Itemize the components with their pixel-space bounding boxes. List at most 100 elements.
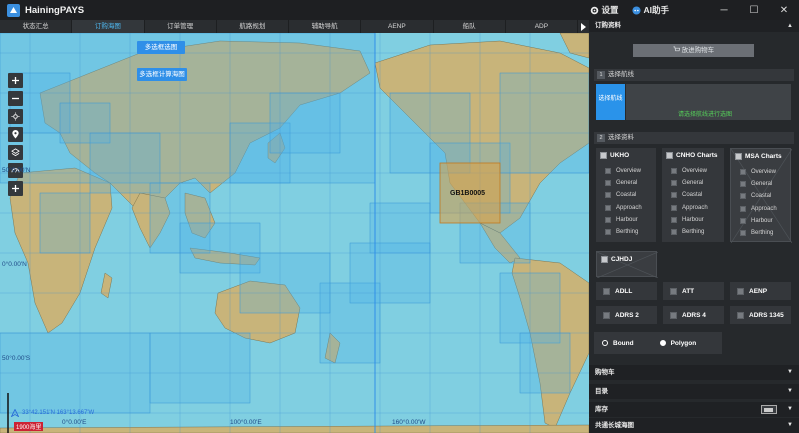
product-ukho[interactable]: UKHO <box>600 152 629 159</box>
tab-aenp[interactable]: AENP <box>361 20 434 33</box>
checkbox[interactable] <box>670 287 677 295</box>
ukho-approach[interactable]: Approach <box>605 205 642 211</box>
minimize-button[interactable]: ─ <box>709 0 739 20</box>
tab-order-management[interactable]: 订单管理 <box>145 20 217 33</box>
checkbox[interactable] <box>671 192 677 198</box>
stock-toggle[interactable] <box>761 405 777 414</box>
product-item-label: General <box>751 181 773 187</box>
panel-collapse-button[interactable] <box>578 20 589 33</box>
maximize-button[interactable]: ☐ <box>739 0 769 20</box>
cnho-approach[interactable]: Approach <box>671 205 708 211</box>
tab-status-summary[interactable]: 状态汇总 <box>0 20 73 33</box>
checkbox[interactable] <box>740 181 746 187</box>
catalog-section-header[interactable]: 目录 ▼ <box>589 384 799 399</box>
route-select-button[interactable]: 多选框计算海图 <box>137 68 187 81</box>
checkbox[interactable] <box>601 256 608 263</box>
checkbox[interactable] <box>740 193 746 199</box>
tab-order-charts[interactable]: 订购海图 <box>72 20 145 33</box>
order-section-title: 订购资料 <box>595 22 621 29</box>
add-button[interactable] <box>8 181 23 196</box>
checkbox[interactable] <box>740 169 746 175</box>
settings-button[interactable]: 设置 <box>590 4 618 16</box>
world-map[interactable] <box>0 33 589 433</box>
checkbox[interactable] <box>670 311 677 319</box>
collapse-arrow-icon <box>581 22 586 31</box>
checkbox[interactable] <box>603 287 610 295</box>
checkbox[interactable] <box>735 153 742 160</box>
msa-overview[interactable]: Overview <box>740 169 776 175</box>
ukho-harbour[interactable]: Harbour <box>605 217 638 223</box>
product-msa[interactable]: MSA Charts <box>735 153 782 160</box>
product-cjhdj[interactable]: CJHDJ <box>601 256 632 263</box>
checkbox[interactable] <box>605 168 611 174</box>
ukho-berthing[interactable]: Berthing <box>605 229 638 235</box>
ukho-coastal[interactable]: Coastal <box>605 192 636 198</box>
cnho-harbour[interactable]: Harbour <box>671 217 704 223</box>
pub-adll[interactable]: ADLL <box>596 282 657 300</box>
checkbox[interactable] <box>671 217 677 223</box>
zoom-in-button[interactable] <box>8 73 23 88</box>
pub-adrs1345[interactable]: ADRS 1345 <box>730 306 791 324</box>
product-cnho[interactable]: CNHO Charts <box>666 152 718 159</box>
pub-att[interactable]: ATT <box>663 282 724 300</box>
checkbox[interactable] <box>671 229 677 235</box>
title-bar: HainingPAYS 设置 AI助手 ─ ☐ ✕ <box>0 0 799 20</box>
tab-adp[interactable]: ADP <box>506 20 578 33</box>
checkbox[interactable] <box>666 152 673 159</box>
tab-fleet[interactable]: 船队 <box>434 20 506 33</box>
brightness-button[interactable] <box>8 109 23 124</box>
checkbox[interactable] <box>740 230 746 236</box>
checkbox[interactable] <box>603 311 610 319</box>
cnho-coastal[interactable]: Coastal <box>671 192 702 198</box>
checkbox[interactable] <box>600 152 607 159</box>
ukho-overview[interactable]: Overview <box>605 168 641 174</box>
msa-coastal[interactable]: Coastal <box>740 193 771 199</box>
cnho-general[interactable]: General <box>671 180 703 186</box>
checkbox[interactable] <box>740 206 746 212</box>
pub-adrs2[interactable]: ADRS 2 <box>596 306 657 324</box>
locate-button[interactable] <box>8 127 23 142</box>
close-button[interactable]: ✕ <box>769 0 799 20</box>
zoom-out-button[interactable] <box>8 91 23 106</box>
location-pin-icon <box>12 130 19 139</box>
pub-adrs4[interactable]: ADRS 4 <box>663 306 724 324</box>
msa-general[interactable]: General <box>740 181 772 187</box>
msa-approach[interactable]: Approach <box>740 206 777 212</box>
checkbox[interactable] <box>605 192 611 198</box>
polygon-radio[interactable]: Polygon <box>659 340 696 347</box>
radio-on-icon <box>659 340 666 346</box>
chart-map[interactable]: 多选框选图 多选框计算海图 50°0.00'N 0°0.00'N 50°0.00… <box>0 33 589 433</box>
checkbox[interactable] <box>605 180 611 186</box>
checkbox[interactable] <box>737 311 744 319</box>
pub-label: ADRS 2 <box>615 311 639 319</box>
order-section-header[interactable]: 订购资料 ▲ <box>589 20 799 32</box>
checkbox[interactable] <box>605 217 611 223</box>
checkbox[interactable] <box>671 180 677 186</box>
tab-aux-navigation[interactable]: 辅助导航 <box>289 20 362 33</box>
checkbox[interactable] <box>671 168 677 174</box>
cnho-berthing[interactable]: Berthing <box>671 229 704 235</box>
order-panel: 订购资料 ▲ 放进购物车 1 选择航线 选择航线 请选择航线进行选图 2 选择资… <box>589 20 799 433</box>
checkbox[interactable] <box>737 287 744 295</box>
checkbox[interactable] <box>671 205 677 211</box>
cnho-overview[interactable]: Overview <box>671 168 707 174</box>
add-to-cart-button[interactable]: 放进购物车 <box>633 44 754 57</box>
stock-section-header[interactable]: 库存 ▼ <box>589 402 799 417</box>
ai-assistant-button[interactable]: AI助手 <box>632 4 669 16</box>
select-route-tile[interactable]: 选择航线 <box>596 84 625 120</box>
checkbox[interactable] <box>605 229 611 235</box>
cart-section-header[interactable]: 购物车 ▼ <box>589 365 799 380</box>
checkbox[interactable] <box>605 205 611 211</box>
tab-route-planning[interactable]: 航路规划 <box>217 20 289 33</box>
layers-button[interactable] <box>8 145 23 160</box>
checkbox[interactable] <box>740 218 746 224</box>
msa-berthing[interactable]: Berthing <box>740 230 773 236</box>
plus-icon <box>12 77 19 84</box>
multi-select-button[interactable]: 多选框选图 <box>137 41 185 54</box>
app-title: HainingPAYS <box>25 4 85 16</box>
bound-radio[interactable]: Bound <box>602 340 634 347</box>
shared-section-header[interactable]: 共通长城海图 ▼ <box>589 418 799 433</box>
msa-harbour[interactable]: Harbour <box>740 218 773 224</box>
ukho-general[interactable]: General <box>605 180 637 186</box>
pub-aenp[interactable]: AENP <box>730 282 791 300</box>
